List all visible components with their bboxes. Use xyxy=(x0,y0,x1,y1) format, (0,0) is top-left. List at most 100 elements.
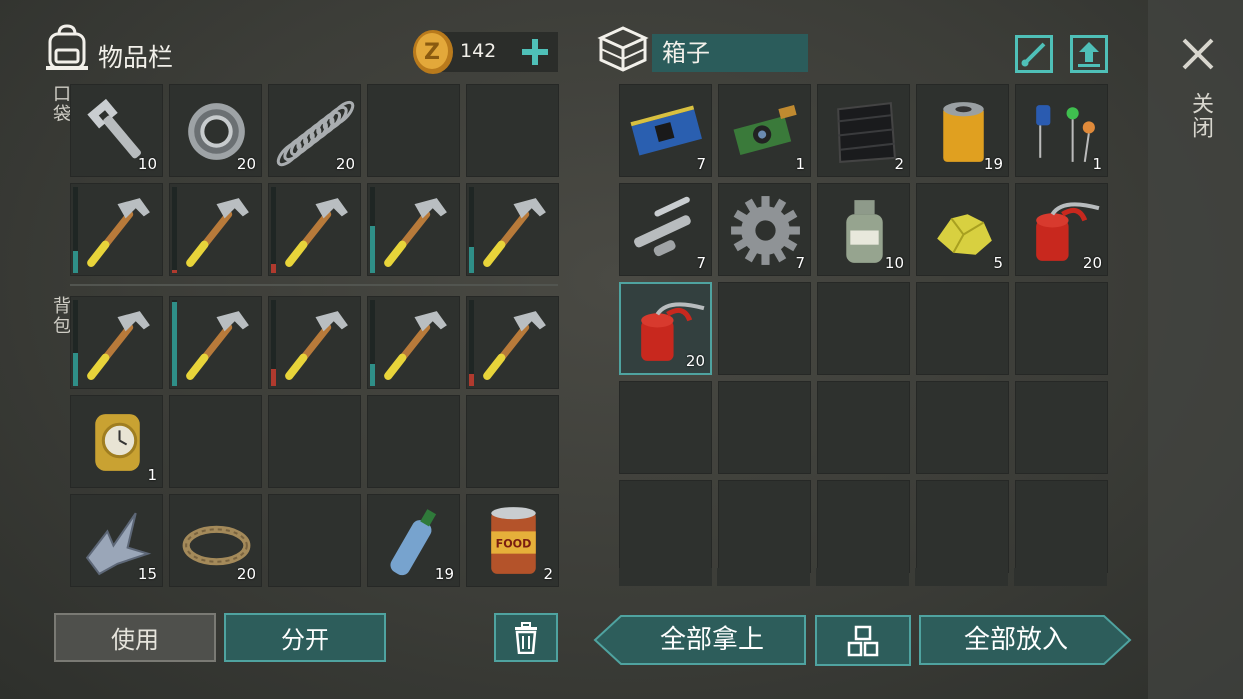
slot-empty[interactable] xyxy=(916,381,1009,474)
box-icon xyxy=(597,24,649,74)
slot-water-bottle[interactable]: 19 xyxy=(367,494,460,587)
slot-hammer[interactable] xyxy=(367,296,460,389)
slot-empty[interactable] xyxy=(817,381,910,474)
item-count: 20 xyxy=(1082,254,1102,272)
slot-hammer[interactable] xyxy=(169,183,262,276)
hammer-icon xyxy=(186,311,249,380)
camera-module-icon xyxy=(733,104,797,156)
circuit-board-icon xyxy=(630,105,702,156)
hammer-icon xyxy=(483,198,546,267)
sulfur-icon xyxy=(937,214,992,255)
box-grid-next-row xyxy=(619,568,1108,586)
slot-empty[interactable] xyxy=(718,480,811,573)
item-count: 2 xyxy=(543,565,553,583)
svg-text:Z: Z xyxy=(424,40,440,65)
take-all-label: 全部拿上 xyxy=(659,625,764,655)
slot-empty[interactable] xyxy=(268,395,361,488)
slot-empty[interactable] xyxy=(817,480,910,573)
close-label[interactable]: 关闭 xyxy=(1184,92,1216,140)
slot-empty[interactable] xyxy=(718,381,811,474)
slot-empty[interactable] xyxy=(718,282,811,375)
carbon-fabric-icon xyxy=(837,102,896,163)
item-count: 20 xyxy=(335,155,355,173)
slot-bearing[interactable]: 20 xyxy=(169,84,262,177)
trash-button[interactable] xyxy=(494,613,558,662)
slot-gear[interactable]: 7 xyxy=(718,183,811,276)
upload-button[interactable] xyxy=(1070,35,1108,73)
close-icon xyxy=(1182,38,1214,70)
slot-carbon-fabric[interactable]: 2 xyxy=(817,84,910,177)
durability-bar xyxy=(370,187,375,273)
gear-icon xyxy=(731,196,800,265)
slot-hammer[interactable] xyxy=(70,183,163,276)
use-button[interactable]: 使用 xyxy=(54,613,216,662)
slot-empty[interactable] xyxy=(367,395,460,488)
slot-empty[interactable] xyxy=(619,480,712,573)
slot-empty[interactable] xyxy=(916,480,1009,573)
slot-electronic-components[interactable]: 1 xyxy=(1015,84,1108,177)
slot-hammer[interactable] xyxy=(466,183,559,276)
slot-empty[interactable] xyxy=(1015,381,1108,474)
slot-scrap-metal[interactable]: 15 xyxy=(70,494,163,587)
slot-empty[interactable] xyxy=(1015,282,1108,375)
slot-oil-can[interactable]: 20 xyxy=(1015,183,1108,276)
slot-hammer[interactable] xyxy=(367,183,460,276)
durability-bar xyxy=(172,300,177,386)
durability-bar xyxy=(271,300,276,386)
slot-empty[interactable] xyxy=(619,381,712,474)
slot-oil-filter[interactable]: 19 xyxy=(916,84,1009,177)
plus-icon xyxy=(522,39,548,65)
box-title: 箱子 xyxy=(652,34,808,72)
durability-bar xyxy=(271,187,276,273)
slot-food-can[interactable]: FOOD 2 xyxy=(466,494,559,587)
slot-spring[interactable]: 20 xyxy=(268,84,361,177)
slot-watch[interactable]: 1 xyxy=(70,395,163,488)
slot-rope[interactable]: 20 xyxy=(169,494,262,587)
slot-hammer[interactable] xyxy=(268,296,361,389)
rename-button[interactable] xyxy=(1015,35,1053,73)
add-coins-button[interactable] xyxy=(520,37,550,67)
slot-wrench[interactable]: 10 xyxy=(70,84,163,177)
sort-button[interactable] xyxy=(815,615,911,666)
slot-empty[interactable] xyxy=(466,84,559,177)
durability-bar xyxy=(469,300,474,386)
take-all-button[interactable]: 全部拿上 xyxy=(593,614,807,666)
slot-hammer[interactable] xyxy=(169,296,262,389)
slot-hammer[interactable] xyxy=(268,183,361,276)
hammer-icon xyxy=(186,198,249,267)
hammer-icon xyxy=(384,198,447,267)
close-button[interactable] xyxy=(1178,34,1218,74)
slot-oil-can[interactable]: 20 xyxy=(619,282,712,375)
item-count: 19 xyxy=(434,565,454,583)
electronic-components-icon xyxy=(1036,105,1095,163)
watch-icon xyxy=(95,414,140,471)
slot-empty[interactable] xyxy=(367,84,460,177)
slot-empty[interactable] xyxy=(1015,480,1108,573)
slot-empty[interactable] xyxy=(268,494,361,587)
slot-empty[interactable] xyxy=(817,282,910,375)
trash-icon xyxy=(515,621,537,654)
slot-metal-pipes[interactable]: 7 xyxy=(619,183,712,276)
split-button[interactable]: 分开 xyxy=(224,613,386,662)
durability-bar xyxy=(370,300,375,386)
slot-circuit-board[interactable]: 7 xyxy=(619,84,712,177)
item-count: 10 xyxy=(137,155,157,173)
slot-hammer[interactable] xyxy=(466,296,559,389)
backpack-icon xyxy=(44,24,90,72)
coin-count: 142 xyxy=(460,40,497,62)
item-count: 5 xyxy=(993,254,1003,272)
slot-chemical-jar[interactable]: 10 xyxy=(817,183,910,276)
slot-hammer[interactable] xyxy=(70,296,163,389)
slot-empty[interactable] xyxy=(916,282,1009,375)
slot-camera-module[interactable]: 1 xyxy=(718,84,811,177)
slot-empty[interactable] xyxy=(466,395,559,488)
slot-sulfur[interactable]: 5 xyxy=(916,183,1009,276)
item-count: 10 xyxy=(884,254,904,272)
slot-empty[interactable] xyxy=(169,395,262,488)
hammer-icon xyxy=(87,311,150,380)
item-count: 7 xyxy=(795,254,805,272)
section-divider xyxy=(70,284,558,286)
coin-icon: Z xyxy=(410,28,456,76)
put-all-button[interactable]: 全部放入 xyxy=(918,614,1132,666)
hammer-icon xyxy=(285,198,348,267)
